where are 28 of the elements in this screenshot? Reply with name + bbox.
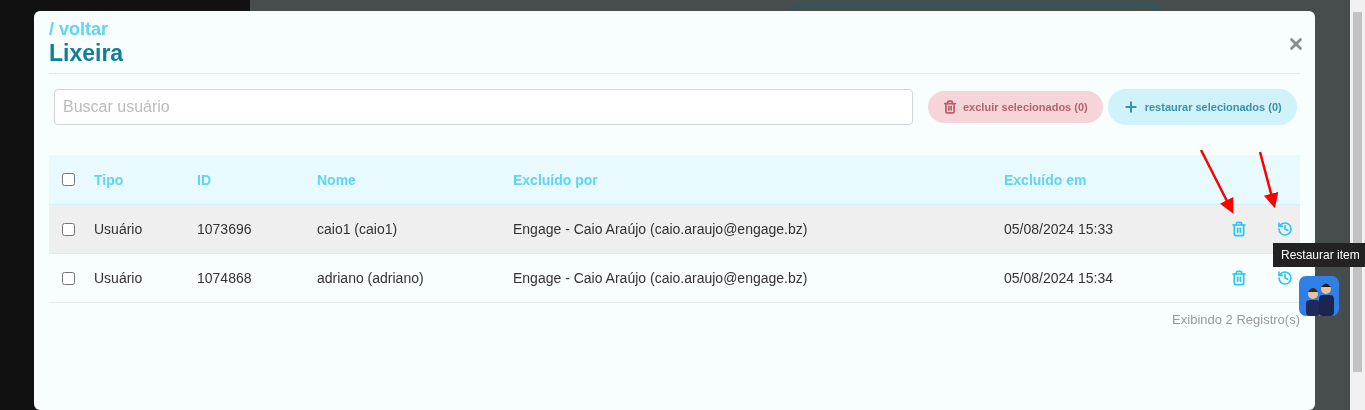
table-cell-text: Engage - Caio Araújo (caio.araujo@engage.bz) [513,221,809,237]
table-cell-text: 05/08/2024 15:33 [1004,221,1114,237]
table-cell-text: 1073696 [197,221,253,237]
search-field[interactable]: Buscar usuário [54,89,913,125]
back-link[interactable]: / voltar [49,19,124,40]
record-count: Exibindo 2 Registro(s) [1172,312,1300,327]
table-cell-text: Engage - Caio Araújo (caio.araujo@engage.bz) [513,270,809,286]
row-checkbox[interactable] [62,222,75,236]
modal-title: Lixeira [49,40,124,67]
column-header: Tipo [94,171,125,188]
table-cell-text: 1074868 [197,270,253,286]
table-cell-text: Usuário [94,270,144,286]
column-header: ID [197,171,212,188]
column-header: Excluído por [513,171,599,188]
row-checkbox[interactable] [62,271,75,285]
table-cell-text: caio1 (caio1) [317,221,399,237]
tooltip: Restaurar item [1273,243,1365,267]
trash-icon [943,100,957,114]
arrow [1258,151,1279,209]
select-all-checkbox[interactable] [62,173,75,186]
table-cell-text: Usuário [94,221,144,237]
column-header: Excluído em [1004,171,1088,188]
arrow [1199,149,1234,214]
close-button[interactable] [1287,35,1305,53]
table-cell-text: 05/08/2024 15:34 [1004,270,1114,286]
plus-icon [1122,99,1139,115]
column-header: Nome [317,171,357,188]
table-cell-text: adriano (adriano) [317,270,425,286]
